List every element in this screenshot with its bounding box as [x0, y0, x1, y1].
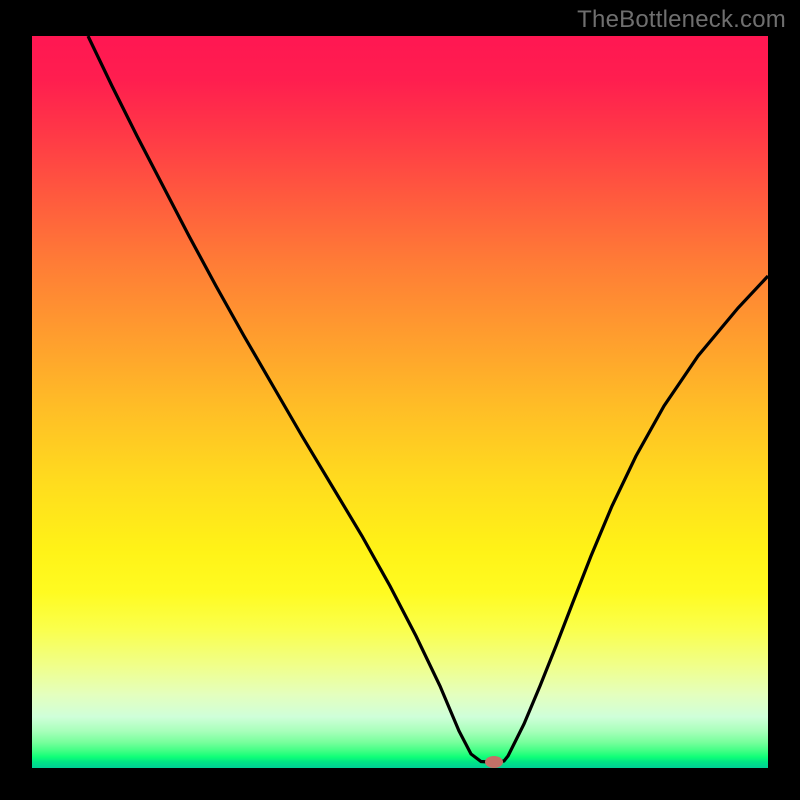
bottleneck-curve [88, 36, 768, 762]
minimum-marker [485, 756, 503, 768]
chart-frame: TheBottleneck.com [0, 0, 800, 800]
chart-svg [32, 36, 768, 768]
watermark-text: TheBottleneck.com [577, 6, 786, 34]
plot-area [32, 36, 768, 768]
